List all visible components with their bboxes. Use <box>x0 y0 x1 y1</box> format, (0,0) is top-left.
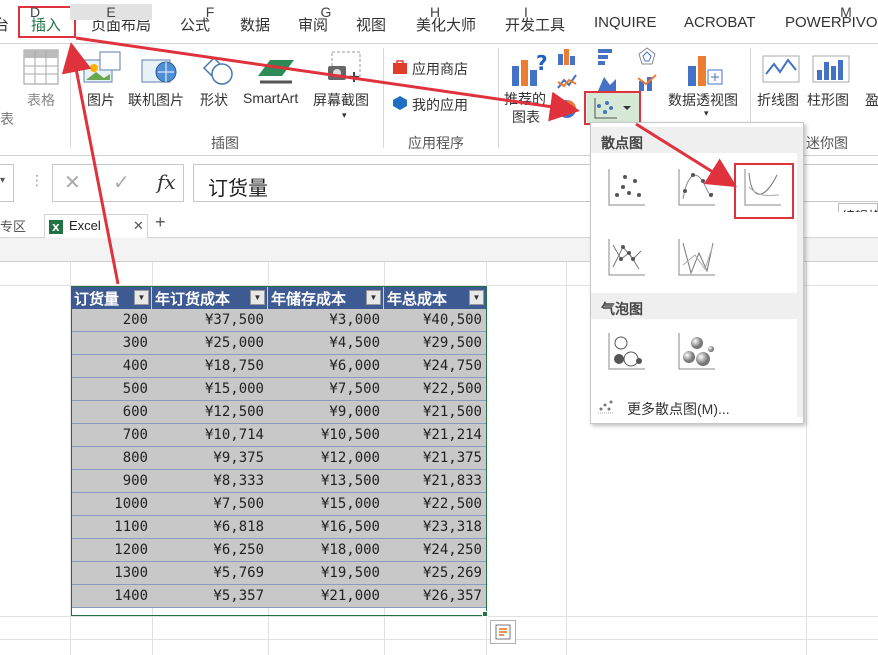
arrow-to-smooth-lines <box>635 122 738 188</box>
arrow-to-scatter-button <box>75 36 580 122</box>
arrow-to-insert-tab <box>61 42 120 285</box>
annotation-arrows <box>61 36 738 285</box>
